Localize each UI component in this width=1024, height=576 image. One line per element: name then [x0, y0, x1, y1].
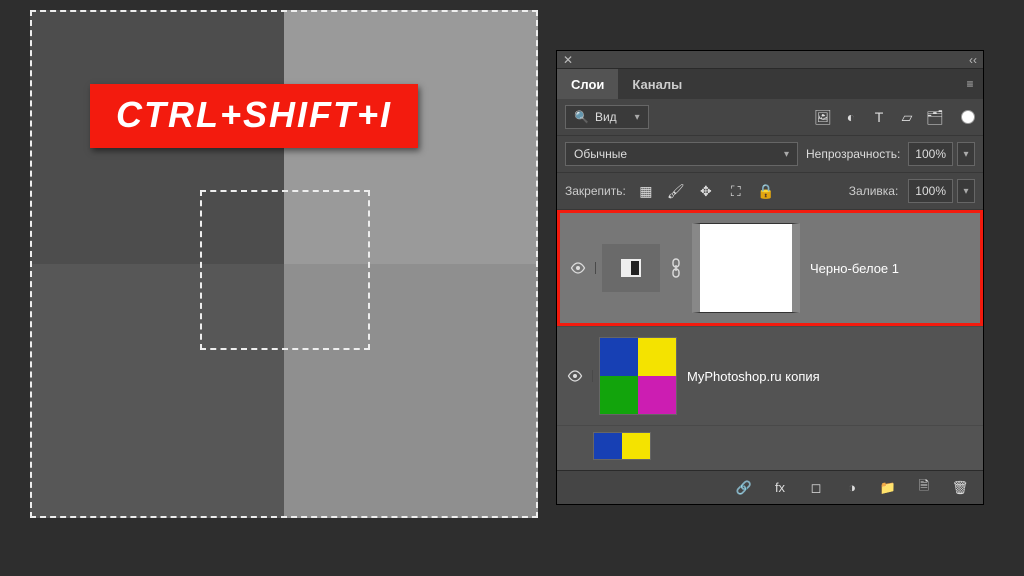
- link-layers-icon[interactable]: 🔗: [735, 480, 753, 496]
- fill-chevron[interactable]: ▾: [957, 179, 975, 203]
- tab-channels[interactable]: Каналы: [618, 69, 696, 99]
- visibility-toggle[interactable]: [557, 370, 593, 382]
- add-mask-icon[interactable]: ◻: [807, 480, 825, 496]
- layer-list: Черно-белое 1 MyPhotoshop.ru копия: [557, 210, 983, 470]
- link-mask-icon[interactable]: [670, 258, 682, 278]
- lock-row: Закрепить: ▦ 🖌 ✥ ⛶ 🔒 Заливка: 100% ▾: [557, 173, 983, 210]
- lock-position-icon[interactable]: ✥: [696, 181, 716, 201]
- filter-shape-icon[interactable]: ▱: [897, 107, 917, 127]
- kind-filter-select[interactable]: 🔍 Вид ▾: [565, 105, 649, 129]
- panel-footer: 🔗 fx ◻ ◑ 📁 🗎 🗑: [557, 470, 983, 504]
- filter-text-icon[interactable]: T: [869, 107, 889, 127]
- search-icon: 🔍: [574, 110, 589, 124]
- fx-icon[interactable]: fx: [771, 480, 789, 495]
- new-adjustment-icon[interactable]: ◑: [843, 480, 861, 495]
- kind-filter-label: Вид: [595, 110, 617, 124]
- layer-mask-thumbnail[interactable]: [692, 223, 800, 313]
- blend-mode-select[interactable]: Обычные ▾: [565, 142, 798, 166]
- shortcut-label: CTRL+SHIFT+I: [90, 84, 418, 148]
- filter-adjust-icon[interactable]: ◐: [841, 107, 861, 127]
- new-group-icon[interactable]: 📁: [879, 480, 897, 496]
- opacity-label: Непрозрачность:: [806, 147, 900, 161]
- chevron-down-icon: ▾: [635, 112, 640, 123]
- filter-row: 🔍 Вид ▾ 🖼 ◐ T ▱ 🗂: [557, 99, 983, 136]
- eye-icon: [570, 262, 586, 274]
- lock-all-icon[interactable]: 🔒: [756, 181, 776, 201]
- layer-row[interactable]: Черно-белое 1: [557, 210, 983, 326]
- opacity-chevron[interactable]: ▾: [957, 142, 975, 166]
- layer-thumbnail[interactable]: [593, 432, 651, 460]
- filter-pixel-icon[interactable]: 🖼: [813, 107, 833, 127]
- visibility-toggle[interactable]: [560, 262, 596, 274]
- filter-toggle-switch[interactable]: [961, 110, 975, 124]
- fill-value[interactable]: 100%: [908, 179, 953, 203]
- lock-label: Закрепить:: [565, 184, 626, 198]
- chevron-down-icon: ▾: [784, 149, 789, 160]
- layer-name[interactable]: Черно-белое 1: [810, 261, 899, 276]
- lock-pixels-icon[interactable]: 🖌: [666, 181, 686, 201]
- layer-thumbnail[interactable]: [599, 337, 677, 415]
- blend-mode-value: Обычные: [574, 147, 627, 161]
- new-layer-icon[interactable]: 🗎: [915, 477, 933, 499]
- eye-icon: [567, 370, 583, 382]
- panel-tabs: Слои Каналы ≡: [557, 69, 983, 99]
- blend-row: Обычные ▾ Непрозрачность: 100% ▾: [557, 136, 983, 173]
- panel-menu-icon[interactable]: ≡: [957, 69, 983, 99]
- adjustment-thumbnail[interactable]: [602, 244, 660, 292]
- close-icon[interactable]: ✕: [563, 53, 573, 67]
- layer-row[interactable]: [557, 425, 983, 470]
- opacity-value[interactable]: 100%: [908, 142, 953, 166]
- panel-titlebar: ✕ ‹‹: [557, 51, 983, 69]
- canvas-area[interactable]: CTRL+SHIFT+I: [30, 10, 538, 568]
- lock-artboard-icon[interactable]: ⛶: [726, 181, 746, 201]
- delete-layer-icon[interactable]: 🗑: [951, 480, 969, 496]
- bw-adjustment-icon: [621, 259, 641, 277]
- layers-panel: ✕ ‹‹ Слои Каналы ≡ 🔍 Вид ▾ 🖼 ◐ T ▱ 🗂 Обы…: [556, 50, 984, 505]
- canvas-quadrant: [30, 264, 284, 518]
- filter-smart-icon[interactable]: 🗂: [925, 107, 945, 127]
- canvas-quadrant: [284, 264, 538, 518]
- tab-layers[interactable]: Слои: [557, 69, 618, 99]
- lock-transparency-icon[interactable]: ▦: [636, 181, 656, 201]
- layer-row[interactable]: MyPhotoshop.ru копия: [557, 326, 983, 425]
- layer-name[interactable]: MyPhotoshop.ru копия: [687, 369, 820, 384]
- collapse-icon[interactable]: ‹‹: [969, 53, 977, 67]
- fill-label: Заливка:: [849, 184, 899, 198]
